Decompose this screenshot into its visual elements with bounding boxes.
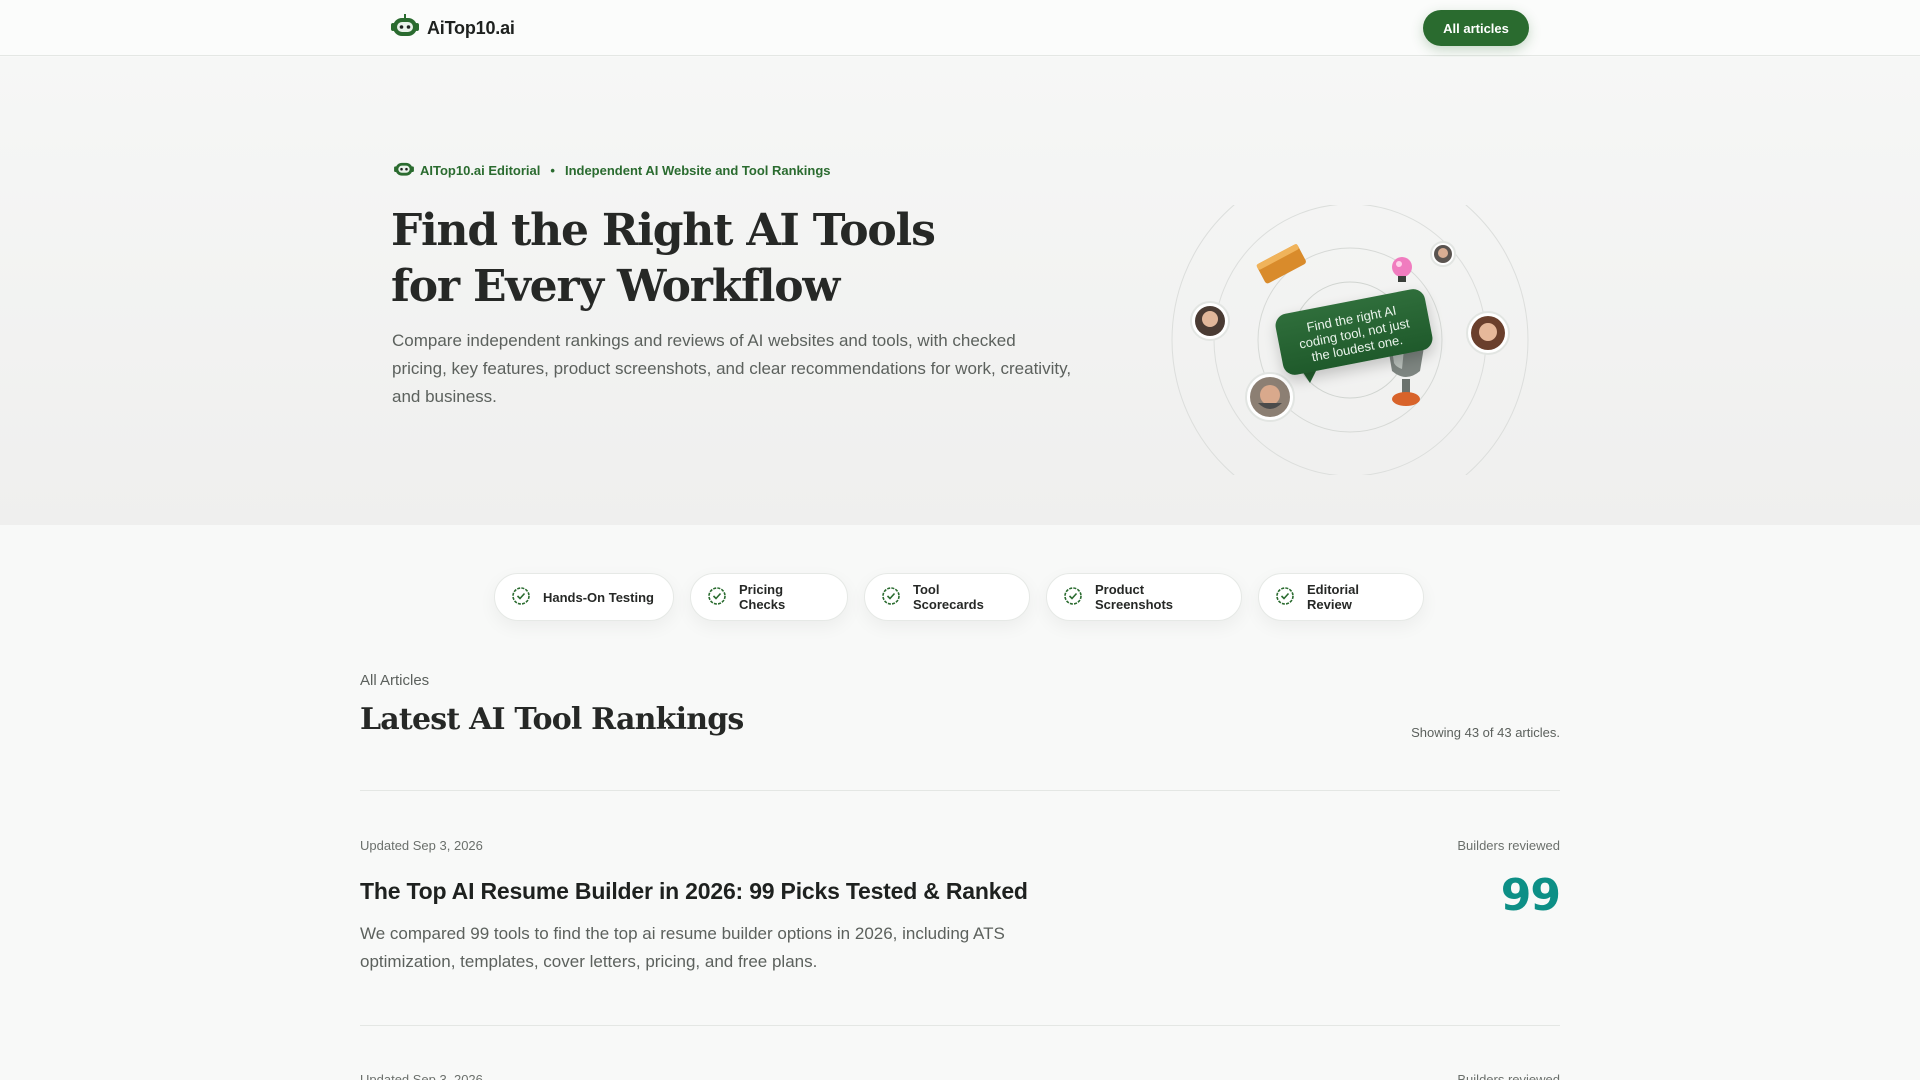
kicker-separator: • [550, 162, 555, 178]
badge-label: Tool Scorecards [913, 582, 984, 612]
check-badge-icon [1063, 586, 1083, 609]
badge-hands-on-testing: Hands-On Testing [494, 573, 674, 621]
kicker-brand: AITop10.ai Editorial [420, 162, 541, 178]
article-count: Showing 43 of 43 articles. [1411, 725, 1560, 740]
hero-kicker: AITop10.ai Editorial • Independent AI We… [394, 160, 831, 180]
avatar-4 [1466, 311, 1510, 355]
article-metric-label: Builders reviewed [1457, 1072, 1560, 1080]
avatar-2 [1245, 372, 1295, 422]
check-badge-icon [511, 586, 531, 609]
top-nav: AiTop10.ai All articles [0, 0, 1920, 56]
check-badge-icon [881, 586, 901, 609]
avatar-1 [1190, 301, 1230, 341]
badge-tool-scorecards: Tool Scorecards [864, 573, 1030, 621]
divider [360, 790, 1560, 791]
check-badge-icon [1275, 586, 1295, 609]
article-metric-label: Builders reviewed [1457, 838, 1560, 853]
feature-badges: Hands-On Testing Pricing Checks Tool Sco… [494, 573, 1424, 621]
badge-pricing-checks: Pricing Checks [690, 573, 848, 621]
avatar-3 [1430, 241, 1456, 267]
brand-name: AiTop10.ai [427, 18, 515, 38]
hero-title: Find the Right AI Tools for Every Workfl… [391, 203, 1011, 315]
article-date: Updated Sep 3, 2026 [360, 838, 483, 853]
hero-section: AITop10.ai Editorial • Independent AI We… [0, 57, 1920, 525]
article-card[interactable]: Updated Sep 3, 2026 Builders reviewed Th… [360, 838, 1561, 998]
badge-label: Pricing Checks [739, 582, 786, 612]
section-title: Latest AI Tool Rankings [360, 702, 744, 737]
badge-product-screenshots: Product Screenshots [1046, 573, 1242, 621]
robot-mascot-icon [391, 14, 419, 43]
article-title-link[interactable]: The Top AI Resume Builder in 2026: 99 Pi… [360, 878, 1028, 905]
divider [360, 1025, 1560, 1026]
hero-title-line2: for Every Workflow [391, 261, 840, 312]
badge-label: Editorial Review [1307, 582, 1360, 612]
robot-mascot-icon [394, 160, 414, 180]
all-articles-button[interactable]: All articles [1423, 10, 1529, 46]
article-summary: We compared 99 tools to find the top ai … [360, 924, 1005, 971]
article-card[interactable]: Updated Sep 3, 2026 Builders reviewed [360, 1072, 1560, 1080]
article-date: Updated Sep 3, 2026 [360, 1072, 483, 1080]
hero-title-line1: Find the Right AI Tools [391, 205, 936, 256]
kicker-tagline: Independent AI Website and Tool Rankings [564, 162, 831, 178]
check-badge-icon [707, 586, 727, 609]
badge-label: Product Screenshots [1095, 582, 1174, 612]
article-metric-value: 99 [1500, 870, 1561, 921]
section-kicker: All Articles [360, 672, 430, 689]
badge-editorial-review: Editorial Review [1258, 573, 1424, 621]
brand-logo-link[interactable]: AiTop10.ai [391, 14, 515, 43]
hero-description: Compare independent rankings and reviews… [392, 331, 1072, 406]
lightbulb-icon [1392, 257, 1412, 282]
badge-label: Hands-On Testing [543, 589, 654, 605]
